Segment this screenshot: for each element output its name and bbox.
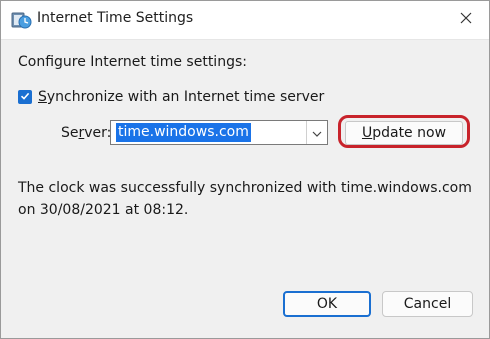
sync-checkbox-label: Synchronize with an Internet time server bbox=[38, 89, 324, 105]
chevron-down-icon bbox=[312, 125, 322, 141]
server-label: Server: bbox=[61, 125, 111, 141]
close-button[interactable] bbox=[443, 1, 489, 39]
ok-button[interactable]: OK bbox=[283, 291, 371, 317]
server-dropdown-button[interactable] bbox=[306, 121, 327, 144]
cancel-button[interactable]: Cancel bbox=[382, 291, 473, 317]
update-now-accel: U bbox=[361, 125, 373, 141]
sync-checkbox[interactable] bbox=[18, 90, 32, 104]
sync-status-text: The clock was successfully synchronized … bbox=[18, 180, 472, 218]
server-value[interactable]: time.windows.com bbox=[116, 123, 251, 142]
checkmark-icon bbox=[20, 89, 30, 105]
sync-label-rest: ynchronize with an Internet time server bbox=[46, 89, 325, 105]
internet-time-settings-dialog: Internet Time Settings Configure Interne… bbox=[0, 0, 490, 339]
server-combobox[interactable]: time.windows.com bbox=[110, 120, 328, 145]
settings-heading: Configure Internet time settings: bbox=[18, 54, 247, 70]
close-icon bbox=[460, 12, 472, 28]
sync-label-accel: S bbox=[38, 89, 47, 105]
clock-globe-icon bbox=[10, 10, 32, 30]
server-label-rest: ver: bbox=[84, 125, 112, 141]
update-now-label: pdate now bbox=[372, 125, 447, 141]
server-label-accel: Se bbox=[61, 125, 79, 141]
dialog-body: Configure Internet time settings: Synchr… bbox=[1, 40, 489, 338]
sync-checkbox-row[interactable]: Synchronize with an Internet time server bbox=[18, 89, 324, 105]
title-bar: Internet Time Settings bbox=[1, 1, 489, 40]
window-title: Internet Time Settings bbox=[37, 10, 194, 26]
update-now-button[interactable]: Update now bbox=[345, 121, 463, 145]
